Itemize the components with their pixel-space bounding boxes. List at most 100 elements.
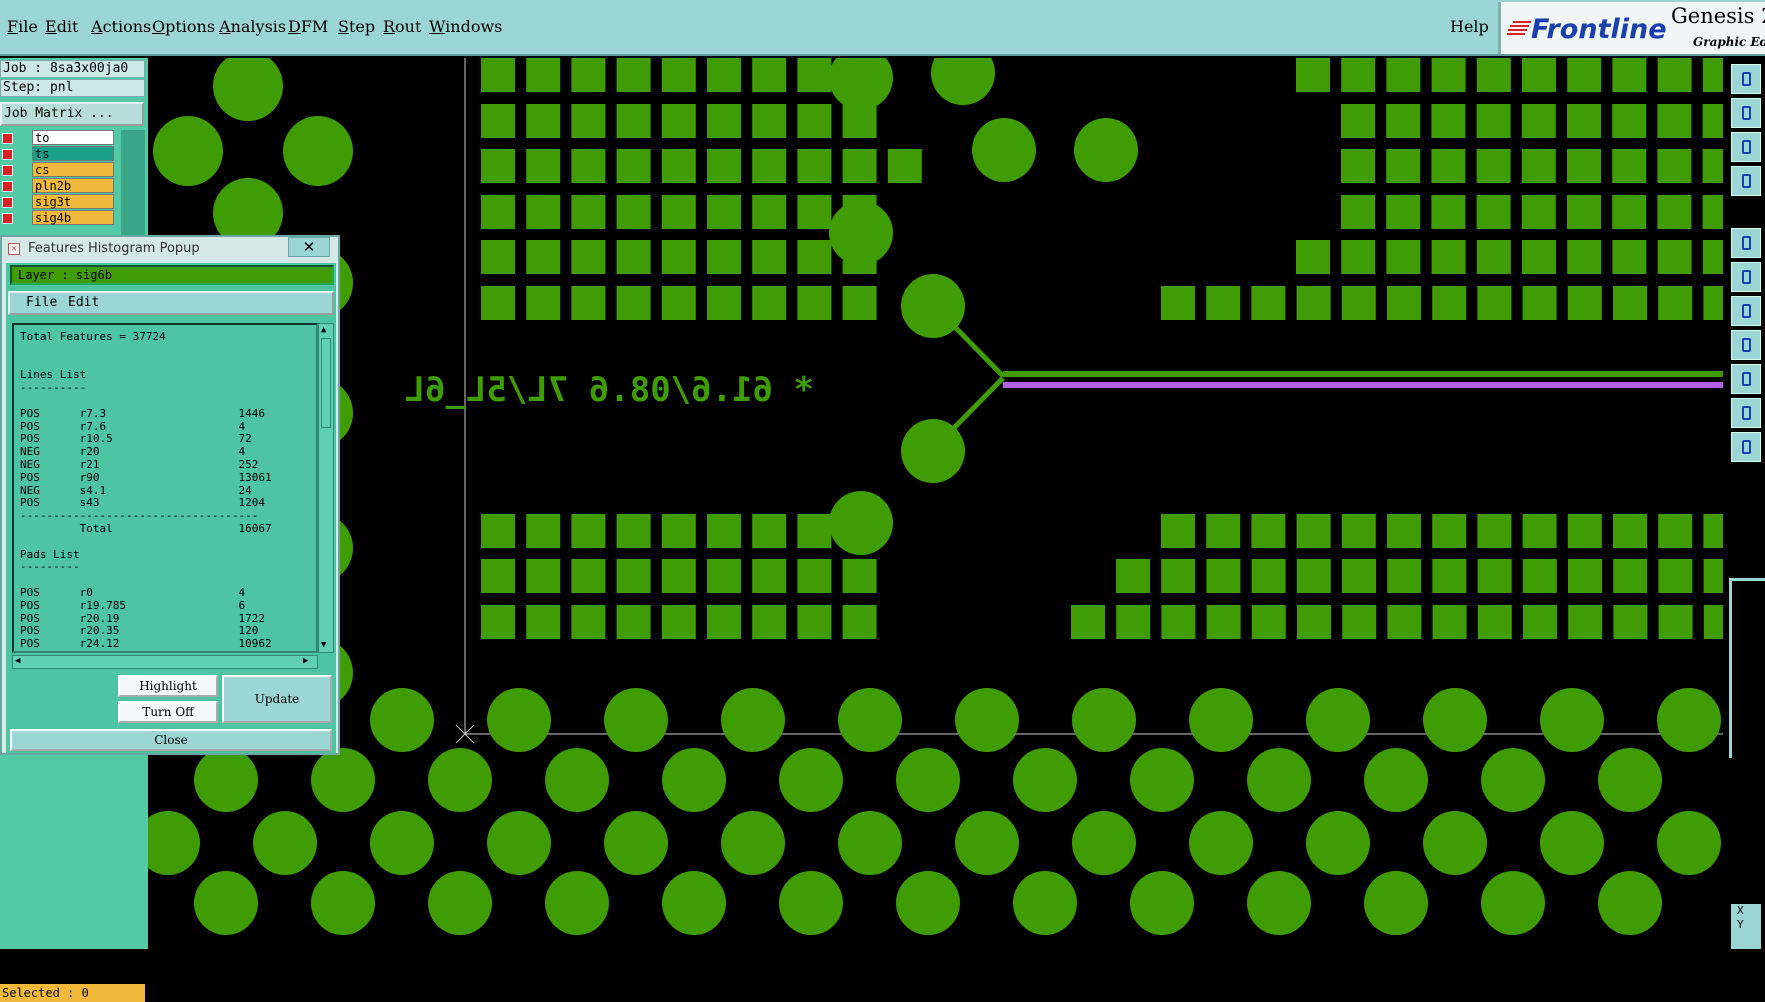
window-menu-icon[interactable]: ✕ bbox=[8, 243, 20, 255]
tool-icon bbox=[1742, 236, 1751, 250]
smd-pad bbox=[661, 195, 696, 229]
menu-dfm[interactable]: DFM bbox=[288, 17, 328, 36]
smd-pad bbox=[1071, 605, 1105, 639]
via-pad bbox=[487, 811, 551, 875]
scroll-thumb[interactable] bbox=[321, 338, 331, 428]
via-pad bbox=[1540, 811, 1604, 875]
scroll-right-icon[interactable]: ▶ bbox=[303, 656, 308, 666]
smd-pad bbox=[1431, 104, 1466, 138]
popup-menu-edit[interactable]: Edit bbox=[68, 293, 99, 313]
smd-pad bbox=[1477, 514, 1512, 548]
layer-name[interactable]: sig4b bbox=[32, 210, 114, 225]
smd-pad bbox=[481, 240, 515, 274]
smd-pad bbox=[1432, 605, 1467, 639]
layer-toggle-icon[interactable] bbox=[2, 133, 13, 144]
close-button[interactable]: Close bbox=[10, 729, 332, 751]
smd-pad bbox=[752, 104, 787, 138]
features-list-vscrollbar[interactable]: ▲ ▼ bbox=[318, 323, 334, 653]
tool-button-11[interactable] bbox=[1731, 432, 1761, 462]
menu-options[interactable]: Options bbox=[152, 17, 215, 36]
smd-pad bbox=[1522, 240, 1556, 274]
menu-actions[interactable]: Actions bbox=[91, 17, 151, 36]
layer-name[interactable]: ts bbox=[32, 146, 114, 161]
scroll-down-icon[interactable]: ▼ bbox=[321, 640, 326, 650]
highlight-button[interactable]: Highlight bbox=[118, 675, 218, 697]
smd-pad bbox=[707, 559, 741, 593]
features-list[interactable]: Total Features = 37724 Lines List ------… bbox=[12, 323, 318, 653]
close-icon[interactable]: ✕ bbox=[288, 237, 330, 257]
update-button[interactable]: Update bbox=[222, 675, 332, 723]
layer-name[interactable]: pln2b bbox=[32, 178, 114, 193]
smd-pad bbox=[707, 240, 741, 274]
menu-edit[interactable]: Edit bbox=[45, 17, 78, 36]
layer-name[interactable]: cs bbox=[32, 162, 114, 177]
scroll-left-icon[interactable]: ◀ bbox=[15, 656, 20, 666]
layer-toggle-icon[interactable] bbox=[2, 181, 13, 192]
smd-pad bbox=[571, 240, 606, 274]
tool-button-5[interactable] bbox=[1731, 228, 1761, 258]
smd-pad bbox=[707, 195, 741, 229]
tool-icon bbox=[1742, 72, 1751, 86]
layer-toggle-icon[interactable] bbox=[2, 149, 13, 160]
tool-button-1[interactable] bbox=[1731, 64, 1761, 94]
via-pad bbox=[428, 871, 492, 935]
layer-row-sig4b[interactable]: sig4b bbox=[0, 210, 118, 226]
via-pad bbox=[370, 688, 434, 752]
menu-windows[interactable]: Windows bbox=[429, 17, 502, 36]
tool-button-10[interactable] bbox=[1731, 398, 1761, 428]
layer-row-sig3t[interactable]: sig3t bbox=[0, 194, 118, 210]
smd-pad bbox=[1341, 104, 1375, 138]
menu-rout[interactable]: Rout bbox=[383, 17, 421, 36]
menu-help[interactable]: Help bbox=[1450, 17, 1489, 36]
layer-toggle-icon[interactable] bbox=[2, 213, 13, 224]
smd-pad bbox=[526, 149, 561, 183]
layer-toggle-icon[interactable] bbox=[2, 165, 13, 176]
smd-pad bbox=[797, 149, 832, 183]
trace bbox=[946, 318, 1005, 378]
pcb-drawing[interactable]: * 61.6/08.6 7L/5L_6L bbox=[148, 58, 1723, 949]
layer-row-cs[interactable]: cs bbox=[0, 162, 118, 178]
layer-name[interactable]: to bbox=[32, 130, 114, 145]
smd-pad bbox=[887, 149, 922, 183]
turn-off-button[interactable]: Turn Off bbox=[118, 701, 218, 723]
layer-row-to[interactable]: to bbox=[0, 130, 118, 146]
tool-button-9[interactable] bbox=[1731, 364, 1761, 394]
tool-button-2[interactable] bbox=[1731, 98, 1761, 128]
tool-button-6[interactable] bbox=[1731, 262, 1761, 292]
popup-menu-file[interactable]: File bbox=[26, 293, 57, 313]
tool-button-4[interactable] bbox=[1731, 166, 1761, 196]
layer-row-ts[interactable]: ts bbox=[0, 146, 118, 162]
via-pad bbox=[838, 811, 902, 875]
smd-pad bbox=[1342, 605, 1377, 639]
smd-pad bbox=[1658, 559, 1693, 593]
smd-pad bbox=[797, 240, 832, 274]
popup-body: Layer : sig6b File Edit Total Features =… bbox=[6, 263, 336, 753]
menu-analysis[interactable]: Analysis bbox=[219, 17, 286, 36]
menu-step[interactable]: Step bbox=[338, 17, 375, 36]
smd-pad bbox=[616, 514, 651, 548]
tool-button-7[interactable] bbox=[1731, 296, 1761, 326]
job-matrix-button[interactable]: Job Matrix ... bbox=[0, 102, 144, 126]
tool-button-8[interactable] bbox=[1731, 330, 1761, 360]
layer-toggle-icon[interactable] bbox=[2, 197, 13, 208]
via-pad bbox=[1072, 811, 1136, 875]
smd-pad bbox=[752, 240, 787, 274]
tool-button-3[interactable] bbox=[1731, 132, 1761, 162]
smd-pad bbox=[1477, 559, 1512, 593]
smd-pad bbox=[1658, 605, 1693, 639]
features-list-hscrollbar[interactable]: ◀ ▶ bbox=[12, 655, 318, 669]
scroll-up-icon[interactable]: ▲ bbox=[321, 325, 326, 335]
layer-name[interactable]: sig3t bbox=[32, 194, 114, 209]
layer-row-pln2b[interactable]: pln2b bbox=[0, 178, 118, 194]
graphic-canvas[interactable]: * 61.6/08.6 7L/5L_6L bbox=[148, 58, 1723, 949]
smd-pad bbox=[1251, 559, 1286, 593]
tool-icon bbox=[1742, 406, 1751, 420]
smd-pad bbox=[1613, 514, 1647, 548]
smd-pad bbox=[1387, 559, 1422, 593]
smd-pad bbox=[1431, 240, 1466, 274]
smd-pad bbox=[571, 149, 606, 183]
via-pad bbox=[1074, 118, 1138, 182]
smd-pad bbox=[797, 286, 832, 320]
menu-file[interactable]: File bbox=[7, 17, 38, 36]
popup-titlebar[interactable]: ✕ Features Histogram Popup ✕ bbox=[2, 237, 338, 261]
